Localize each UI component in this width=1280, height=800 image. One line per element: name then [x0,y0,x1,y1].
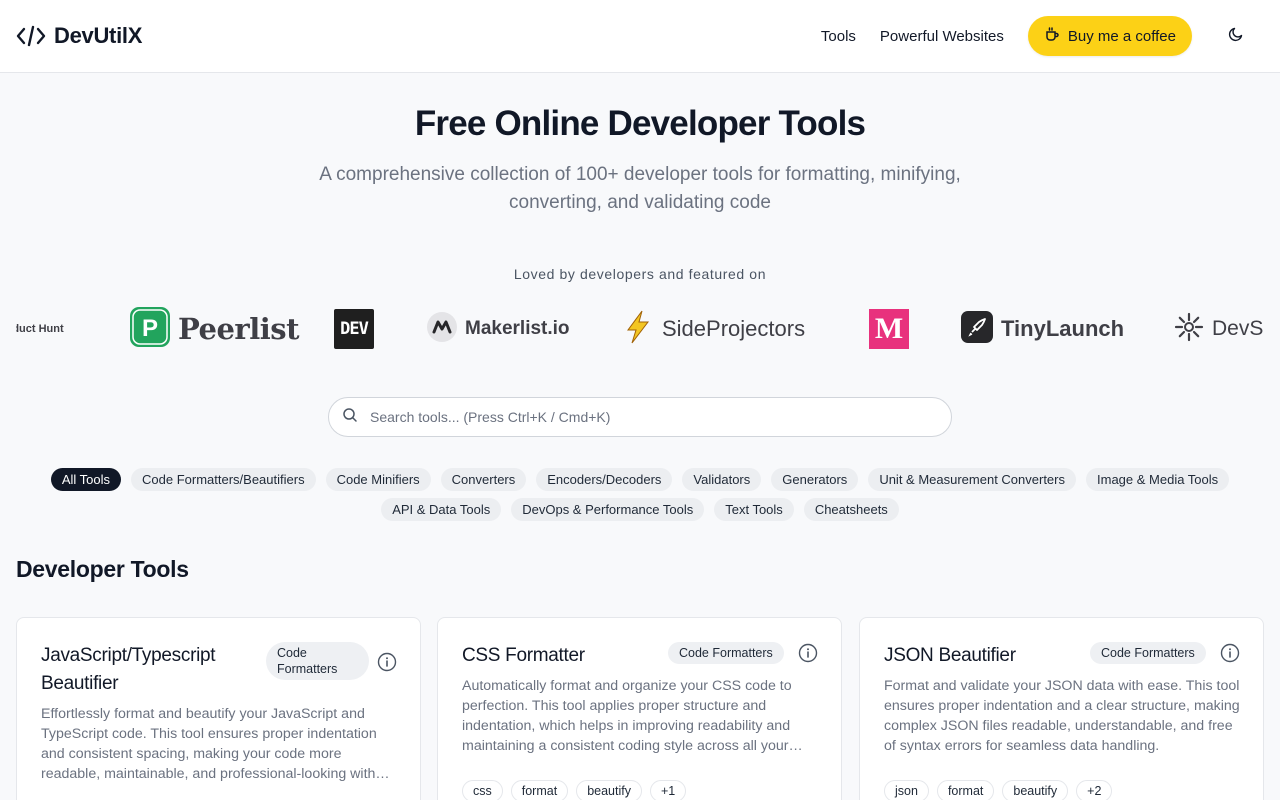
main-nav: Tools Powerful Websites Buy me a coffee [821,16,1264,56]
category-chips-row-1: All Tools Code Formatters/Beautifiers Co… [0,468,1280,491]
logo-sideprojectors[interactable]: SideProjectors [622,300,805,358]
chip-unit-converters[interactable]: Unit & Measurement Converters [868,468,1076,491]
card-category-badge: Code Formatters [266,642,369,680]
theme-toggle-button[interactable] [1226,26,1246,46]
info-icon[interactable] [798,643,818,663]
brand[interactable]: DevUtilX [16,23,142,49]
logo-dev-text: DEV [340,319,369,339]
logo-makerlist[interactable]: Makerlist.io [427,300,570,358]
coffee-cup-icon [1044,26,1060,46]
m-badge: M [869,309,909,349]
logo-m[interactable]: M [869,300,909,358]
category-chips-row-2: API & Data Tools DevOps & Performance To… [0,498,1280,521]
rocket-icon [961,310,993,348]
nav-tools-link[interactable]: Tools [821,28,856,45]
featured-on-label: Loved by developers and featured on [513,266,767,282]
chip-api-data-tools[interactable]: API & Data Tools [381,498,502,521]
tag[interactable]: beautify [576,780,642,800]
tag[interactable]: css [462,780,503,800]
logo-tinylaunch-text: TinyLaunch [1001,316,1125,341]
svg-text:P: P [142,315,158,342]
chip-code-minifiers[interactable]: Code Minifiers [325,468,431,491]
top-header: DevUtilX Tools Powerful Websites Buy me … [0,0,1280,73]
card-description: Effortlessly format and beautify your Ja… [41,706,377,782]
tag-more[interactable]: +1 [649,780,687,800]
chip-generators[interactable]: Generators [771,468,859,491]
logo-tinylaunch[interactable]: TinyLaunch [961,300,1124,358]
chip-code-formatters[interactable]: Code Formatters/Beautifiers [131,468,316,491]
search-icon [342,407,358,428]
card-tags: css format beautify +1 [462,780,687,800]
peerlist-icon: P [130,306,170,352]
tag[interactable]: beautify [1002,780,1069,800]
tag[interactable]: format [510,780,569,800]
search-input[interactable] [370,409,910,425]
card-category-badge: Code Formatters [1090,642,1206,664]
page-subtitle: A comprehensive collection of 100+ devel… [319,164,961,213]
card-description: Automatically format and organize your C… [462,678,792,754]
info-icon[interactable] [377,652,397,672]
card-title: JavaScript/Typescript Beautifier [41,645,216,694]
chip-text-tools[interactable]: Text Tools [714,498,794,521]
chip-encoders-decoders[interactable]: Encoders/Decoders [536,468,673,491]
tool-card-json-beautifier[interactable]: JSON Beautifier Code Formatters Format a… [859,617,1264,800]
chip-image-media-tools[interactable]: Image & Media Tools [1086,468,1230,491]
info-icon[interactable] [1220,643,1240,663]
logo-product-hunt-text: Product Hunt [16,323,64,335]
card-title: JSON Beautifier [884,645,1016,666]
logo-peerlist[interactable]: P Peerlist [130,300,299,358]
logo-m-text: M [874,312,904,345]
logo-devso-text: DevSo [1212,317,1264,340]
nav-powerful-websites-link[interactable]: Powerful Websites [880,28,1004,45]
tool-search[interactable] [328,397,952,437]
card-tags: json format beautify +2 [884,780,1113,800]
sunburst-icon [1174,312,1204,347]
page-title: Free Online Developer Tools [414,104,866,143]
featured-logos-strip: Product Hunt P Peerlist DEV Makerlist.io… [16,300,1264,358]
buy-me-a-coffee-button[interactable]: Buy me a coffee [1027,16,1192,56]
card-category-badge: Code Formatters [668,642,784,664]
makerlist-icon [427,311,457,347]
tag-more[interactable]: +2 [1076,780,1113,800]
chip-converters[interactable]: Converters [440,468,527,491]
logo-sideprojectors-text: SideProjectors [662,316,806,341]
section-title: Developer Tools [16,556,189,582]
chip-all-tools[interactable]: All Tools [50,468,121,491]
card-description: Format and validate your JSON data with … [884,678,1240,754]
logo-makerlist-text: Makerlist.io [465,318,570,339]
chip-cheatsheets[interactable]: Cheatsheets [803,498,899,521]
brand-name: DevUtilX [54,23,143,48]
dev-badge: DEV [334,309,374,349]
logo-devso[interactable]: DevSo [1174,300,1264,358]
chip-validators[interactable]: Validators [682,468,762,491]
lightning-icon [622,310,654,349]
tag[interactable]: json [884,780,929,800]
coffee-button-label: Buy me a coffee [1067,27,1176,45]
code-brackets-icon [16,24,46,48]
tag[interactable]: format [936,780,995,800]
logo-dev[interactable]: DEV [334,300,374,358]
chip-devops-performance[interactable]: DevOps & Performance Tools [511,498,705,521]
tool-card-css-formatter[interactable]: CSS Formatter Code Formatters Automatica… [437,617,842,800]
tool-card-js-beautifier[interactable]: JavaScript/Typescript Beautifier Code Fo… [16,617,421,800]
moon-icon [1228,26,1244,47]
logo-peerlist-text: Peerlist [178,312,299,346]
card-title: CSS Formatter [462,645,585,666]
logo-product-hunt[interactable]: Product Hunt [16,300,64,358]
